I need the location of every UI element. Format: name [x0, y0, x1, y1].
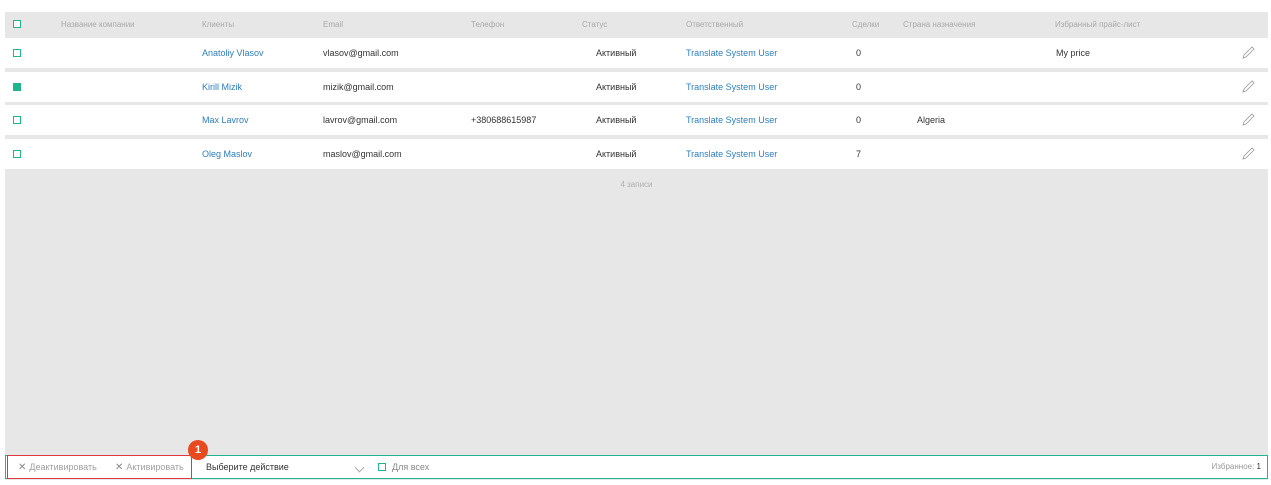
email-cell: vlasov@gmail.com [323, 48, 399, 58]
header-email[interactable]: Email [323, 20, 343, 29]
row-checkbox[interactable] [13, 83, 21, 91]
row-checkbox[interactable] [13, 150, 21, 158]
header-responsible[interactable]: Ответственный [686, 20, 743, 29]
clients-table: Название компании Клиенты Email Телефон … [5, 12, 1268, 480]
row-checkbox[interactable] [13, 116, 21, 124]
for-all-label[interactable]: Для всех [392, 462, 429, 472]
header-status[interactable]: Статус [582, 20, 607, 29]
email-cell: lavrov@gmail.com [323, 115, 398, 125]
responsible-link[interactable]: Translate System User [686, 149, 777, 159]
highlight-box [7, 455, 192, 479]
deals-cell: 0 [856, 115, 862, 125]
header-clients[interactable]: Клиенты [202, 20, 234, 29]
table-row[interactable]: Max Lavrov lavrov@gmail.com +38068861598… [5, 105, 1268, 135]
header-pricelist[interactable]: Избранный прайс-лист [1055, 20, 1140, 29]
pencil-icon[interactable] [1240, 146, 1256, 162]
deals-cell: 0 [856, 48, 862, 58]
table-row[interactable]: Kirill Mizik mizik@gmail.com Активный Tr… [5, 72, 1268, 102]
header-company[interactable]: Название компании [61, 20, 135, 29]
select-all-checkbox[interactable] [13, 20, 21, 28]
status-cell: Активный [596, 82, 637, 92]
email-cell: mizik@gmail.com [323, 82, 394, 92]
table-row[interactable]: Oleg Maslov maslov@gmail.com Активный Tr… [5, 139, 1268, 169]
client-link[interactable]: Kirill Mizik [202, 82, 242, 92]
favorites-counter: Избранное: 1 [1211, 462, 1261, 471]
email-cell: maslov@gmail.com [323, 149, 402, 159]
header-deals[interactable]: Сделки [852, 20, 879, 29]
responsible-link[interactable]: Translate System User [686, 82, 777, 92]
status-cell: Активный [596, 48, 637, 58]
header-phone[interactable]: Телефон [471, 20, 504, 29]
responsible-link[interactable]: Translate System User [686, 48, 777, 58]
deals-cell: 7 [856, 149, 862, 159]
pricelist-cell: My price [1056, 48, 1091, 58]
deals-cell: 0 [856, 82, 862, 92]
table-row[interactable]: Anatoliy Vlasov vlasov@gmail.com Активны… [5, 38, 1268, 68]
pencil-icon[interactable] [1240, 79, 1256, 95]
header-country[interactable]: Страна назначения [903, 20, 975, 29]
table-header: Название компании Клиенты Email Телефон … [5, 12, 1268, 36]
annotation-badge: 1 [188, 440, 208, 460]
action-select[interactable]: Выберите действие [206, 462, 289, 472]
row-checkbox[interactable] [13, 49, 21, 57]
client-link[interactable]: Oleg Maslov [202, 149, 252, 159]
chevron-down-icon[interactable] [354, 462, 365, 473]
country-cell: Algeria [917, 115, 946, 125]
pencil-icon[interactable] [1240, 45, 1256, 61]
client-link[interactable]: Max Lavrov [202, 115, 249, 125]
records-count: 4 записи [620, 180, 653, 189]
for-all-checkbox[interactable] [378, 463, 386, 471]
status-cell: Активный [596, 115, 637, 125]
client-link[interactable]: Anatoliy Vlasov [202, 48, 264, 58]
phone-cell: +380688615987 [471, 115, 537, 125]
status-cell: Активный [596, 149, 637, 159]
pencil-icon[interactable] [1240, 112, 1256, 128]
responsible-link[interactable]: Translate System User [686, 115, 777, 125]
